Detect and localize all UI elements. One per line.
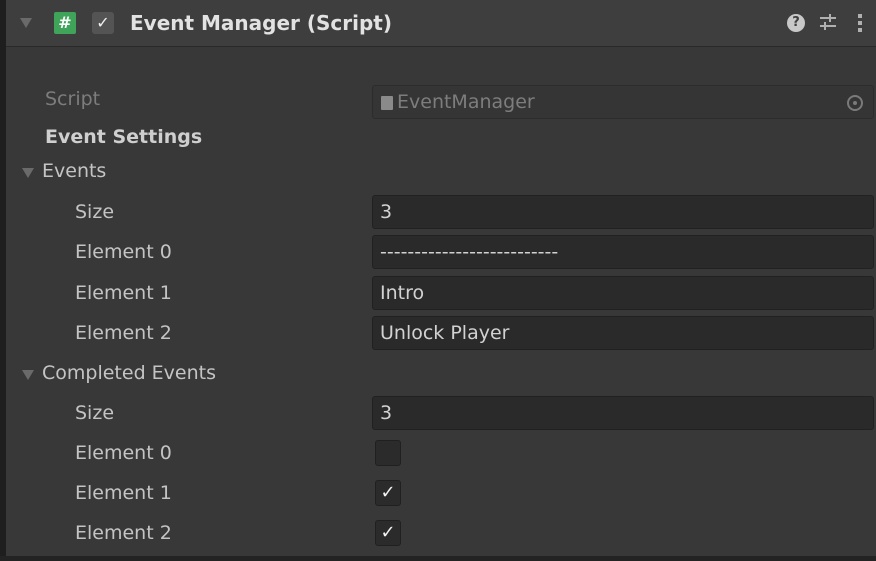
events-element-2-field[interactable]: Unlock Player bbox=[372, 316, 874, 350]
completed-element-0-label: Element 0 bbox=[75, 442, 172, 464]
events-element-1-label: Element 1 bbox=[75, 282, 172, 304]
help-icon[interactable]: ? bbox=[787, 14, 805, 32]
panel-left-edge bbox=[0, 0, 6, 561]
events-size-field[interactable]: 3 bbox=[372, 195, 874, 229]
section-header: Event Settings bbox=[45, 126, 203, 148]
script-icon: # bbox=[54, 12, 76, 34]
completed-size-label: Size bbox=[75, 402, 115, 424]
panel-bottom-edge bbox=[0, 556, 876, 561]
events-element-0-field[interactable]: -------------------------- bbox=[372, 235, 874, 269]
events-foldout[interactable]: Events bbox=[20, 160, 220, 186]
script-object-field[interactable]: EventManager bbox=[372, 85, 874, 119]
completed-events-foldout[interactable]: Completed Events bbox=[20, 362, 280, 388]
component-enabled-checkbox[interactable]: ✓ bbox=[92, 12, 114, 34]
completed-events-label: Completed Events bbox=[42, 362, 216, 384]
completed-events-foldout-arrow-icon[interactable] bbox=[22, 370, 34, 380]
kebab-menu-icon[interactable] bbox=[856, 12, 864, 34]
script-label: Script bbox=[45, 88, 101, 110]
completed-element-1-checkbox[interactable]: ✓ bbox=[375, 480, 401, 506]
component-header[interactable]: # ✓ Event Manager (Script) ? bbox=[6, 0, 876, 47]
inspector-panel: # ✓ Event Manager (Script) ? Script Even… bbox=[0, 0, 876, 561]
completed-element-0-checkbox[interactable] bbox=[375, 440, 401, 466]
completed-size-field[interactable]: 3 bbox=[372, 396, 874, 430]
object-picker-icon[interactable] bbox=[847, 95, 863, 111]
events-element-1-field[interactable]: Intro bbox=[372, 276, 874, 310]
completed-element-2-label: Element 2 bbox=[75, 522, 172, 544]
component-foldout-arrow-icon[interactable] bbox=[20, 18, 32, 28]
events-foldout-arrow-icon[interactable] bbox=[22, 168, 34, 178]
events-size-label: Size bbox=[75, 201, 115, 223]
completed-element-1-label: Element 1 bbox=[75, 482, 172, 504]
events-element-2-label: Element 2 bbox=[75, 322, 172, 344]
script-asset-icon bbox=[381, 96, 393, 110]
events-element-0-label: Element 0 bbox=[75, 241, 172, 263]
component-title: Event Manager (Script) bbox=[130, 11, 393, 35]
completed-element-2-checkbox[interactable]: ✓ bbox=[375, 520, 401, 546]
preset-sliders-icon[interactable] bbox=[818, 12, 838, 32]
events-label: Events bbox=[42, 160, 107, 182]
script-object-value: EventManager bbox=[397, 91, 535, 113]
